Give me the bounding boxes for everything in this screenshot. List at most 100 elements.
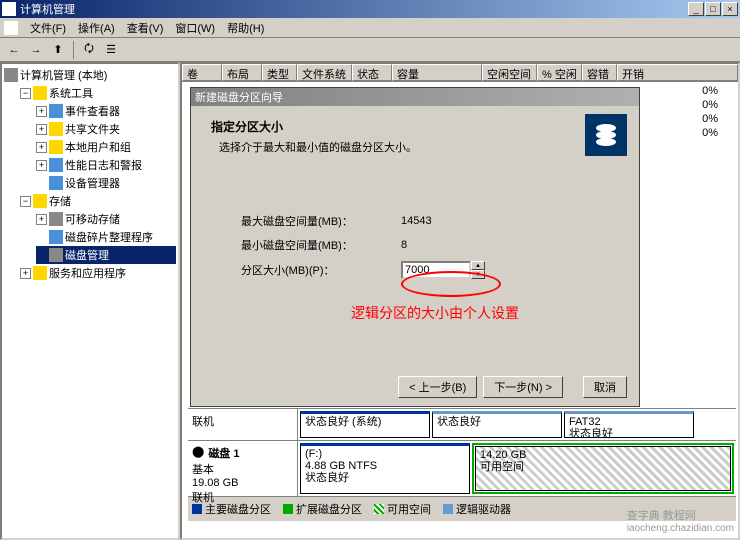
tree-services[interactable]: + 服务和应用程序 bbox=[20, 264, 176, 282]
tree-root[interactable]: 计算机管理 (本地) bbox=[4, 66, 176, 84]
partition-f[interactable]: (F:) 4.88 GB NTFS 状态良好 bbox=[300, 443, 470, 494]
tree-systools[interactable]: − 系统工具 bbox=[20, 84, 176, 102]
new-partition-wizard-dialog: 新建磁盘分区向导 指定分区大小 选择介于最大和最小值的磁盘分区大小。 最大磁盘空… bbox=[190, 87, 640, 407]
refresh-button[interactable]: 🗘 bbox=[79, 40, 99, 60]
forward-button[interactable]: → bbox=[26, 40, 46, 60]
menu-file[interactable]: 文件(F) bbox=[24, 18, 72, 38]
disk-status: 联机 bbox=[192, 413, 293, 429]
expand-icon[interactable]: + bbox=[36, 160, 47, 171]
minimize-button[interactable]: _ bbox=[688, 2, 704, 16]
up-button[interactable]: ⬆ bbox=[48, 40, 68, 60]
expand-icon[interactable]: + bbox=[20, 268, 31, 279]
part-drive: (F:) bbox=[305, 448, 465, 460]
watermark-url: iaocheng.chazidian.com bbox=[627, 523, 734, 534]
part-status: 状态良好 bbox=[305, 472, 465, 484]
expand-icon[interactable]: + bbox=[36, 214, 47, 225]
legend-primary: 主要磁盘分区 bbox=[192, 501, 271, 517]
spin-down-button[interactable]: ▼ bbox=[471, 270, 485, 279]
menu-help[interactable]: 帮助(H) bbox=[221, 18, 270, 38]
tree-localusers[interactable]: +本地用户和组 bbox=[36, 138, 176, 156]
back-button[interactable]: ← bbox=[4, 40, 24, 60]
free-space[interactable]: 14.20 GB 可用空间 bbox=[475, 446, 731, 491]
partition[interactable]: FAT32状态良好 bbox=[564, 411, 694, 438]
disk-size: 19.08 GB bbox=[192, 477, 293, 489]
tree-label: 可移动存储 bbox=[65, 211, 120, 227]
computer-icon bbox=[4, 68, 18, 82]
pct-val: 0% bbox=[702, 126, 718, 140]
expand-icon[interactable]: + bbox=[36, 106, 47, 117]
legend-label: 逻辑驱动器 bbox=[456, 501, 511, 517]
dialog-buttons: < 上一步(B) 下一步(N) > 取消 bbox=[398, 376, 627, 398]
col-fs[interactable]: 文件系统 bbox=[297, 64, 352, 81]
col-status[interactable]: 状态 bbox=[352, 64, 392, 81]
tree-panel[interactable]: 计算机管理 (本地) − 系统工具 +事件查看器 +共享文件夹 +本地用户和组 +… bbox=[0, 62, 180, 540]
tree-shared[interactable]: +共享文件夹 bbox=[36, 120, 176, 138]
disk-stack-icon bbox=[585, 114, 627, 156]
col-pctfree[interactable]: % 空闲 bbox=[537, 64, 582, 81]
watermark-text: 查字典 教程网 bbox=[627, 507, 734, 523]
cancel-button[interactable]: 取消 bbox=[583, 376, 627, 398]
partition-size-input[interactable] bbox=[401, 261, 471, 279]
close-button[interactable]: × bbox=[722, 2, 738, 16]
partition[interactable]: 状态良好 bbox=[432, 411, 562, 438]
legend-logical: 逻辑驱动器 bbox=[443, 501, 511, 517]
disk1-row[interactable]: ⬤磁盘 1 基本 19.08 GB 联机 (F:) 4.88 GB NTFS 状… bbox=[188, 440, 736, 496]
col-free[interactable]: 空闲空间 bbox=[482, 64, 537, 81]
menu-window[interactable]: 窗口(W) bbox=[169, 18, 221, 38]
next-button[interactable]: 下一步(N) > bbox=[483, 376, 563, 398]
props-button[interactable]: ☰ bbox=[101, 40, 121, 60]
back-button[interactable]: < 上一步(B) bbox=[398, 376, 477, 398]
col-layout[interactable]: 布局 bbox=[222, 64, 262, 81]
pct-val: 0% bbox=[702, 84, 718, 98]
col-cap[interactable]: 容量 bbox=[392, 64, 482, 81]
users-icon bbox=[49, 140, 63, 154]
col-fault[interactable]: 容错 bbox=[582, 64, 617, 81]
device-icon bbox=[49, 176, 63, 190]
pct-val: 0% bbox=[702, 112, 718, 126]
expand-icon[interactable]: + bbox=[36, 124, 47, 135]
menu-view[interactable]: 查看(V) bbox=[121, 18, 170, 38]
expand-icon[interactable]: + bbox=[36, 142, 47, 153]
tree-root-label: 计算机管理 (本地) bbox=[20, 67, 107, 83]
pct-val: 0% bbox=[702, 98, 718, 112]
col-type[interactable]: 类型 bbox=[262, 64, 297, 81]
app-icon bbox=[2, 2, 16, 16]
spin-up-button[interactable]: ▲ bbox=[471, 261, 485, 270]
col-overhead[interactable]: 开销 bbox=[617, 64, 738, 81]
swatch-icon bbox=[283, 504, 293, 514]
tree-diskmgmt[interactable]: 磁盘管理 bbox=[36, 246, 176, 264]
min-value: 8 bbox=[401, 239, 407, 251]
legend-label: 可用空间 bbox=[387, 501, 431, 517]
max-space-row: 最大磁盘空间量(MB)： 14543 bbox=[241, 213, 619, 229]
tree-perflogs[interactable]: +性能日志和警报 bbox=[36, 156, 176, 174]
tree-defrag[interactable]: 磁盘碎片整理程序 bbox=[36, 228, 176, 246]
collapse-icon[interactable]: − bbox=[20, 196, 31, 207]
tree-label: 系统工具 bbox=[49, 85, 93, 101]
tree-removable[interactable]: + 可移动存储 bbox=[36, 210, 176, 228]
part-status: 状态良好 bbox=[437, 416, 557, 428]
extended-partition[interactable]: 14.20 GB 可用空间 bbox=[472, 443, 734, 494]
min-label: 最小磁盘空间量(MB)： bbox=[241, 237, 401, 253]
partition[interactable]: 状态良好 (系统) bbox=[300, 411, 430, 438]
collapse-icon[interactable]: − bbox=[20, 88, 31, 99]
menubar: 文件(F) 操作(A) 查看(V) 窗口(W) 帮助(H) bbox=[0, 18, 740, 38]
min-space-row: 最小磁盘空间量(MB)： 8 bbox=[241, 237, 619, 253]
part-status: 状态良好 bbox=[569, 428, 689, 440]
disk0-row[interactable]: 联机 状态良好 (系统) 状态良好 FAT32状态良好 bbox=[188, 408, 736, 440]
tree-label: 磁盘碎片整理程序 bbox=[65, 229, 153, 245]
legend-label: 主要磁盘分区 bbox=[205, 501, 271, 517]
disk1-info: ⬤磁盘 1 基本 19.08 GB 联机 bbox=[188, 441, 298, 496]
legend-label: 扩展磁盘分区 bbox=[296, 501, 362, 517]
window-title: 计算机管理 bbox=[20, 1, 688, 17]
disk-type: 基本 bbox=[192, 461, 293, 477]
tree-storage[interactable]: −存储 bbox=[20, 192, 176, 210]
tree-eventviewer[interactable]: +事件查看器 bbox=[36, 102, 176, 120]
tree-devmgr[interactable]: 设备管理器 bbox=[36, 174, 176, 192]
col-vol[interactable]: 卷 bbox=[182, 64, 222, 81]
maximize-button[interactable]: □ bbox=[705, 2, 721, 16]
tree-label: 磁盘管理 bbox=[65, 247, 109, 263]
part-status: 可用空间 bbox=[480, 461, 726, 473]
menu-action[interactable]: 操作(A) bbox=[72, 18, 121, 38]
tree-label: 服务和应用程序 bbox=[49, 265, 126, 281]
dialog-title: 新建磁盘分区向导 bbox=[191, 88, 639, 106]
